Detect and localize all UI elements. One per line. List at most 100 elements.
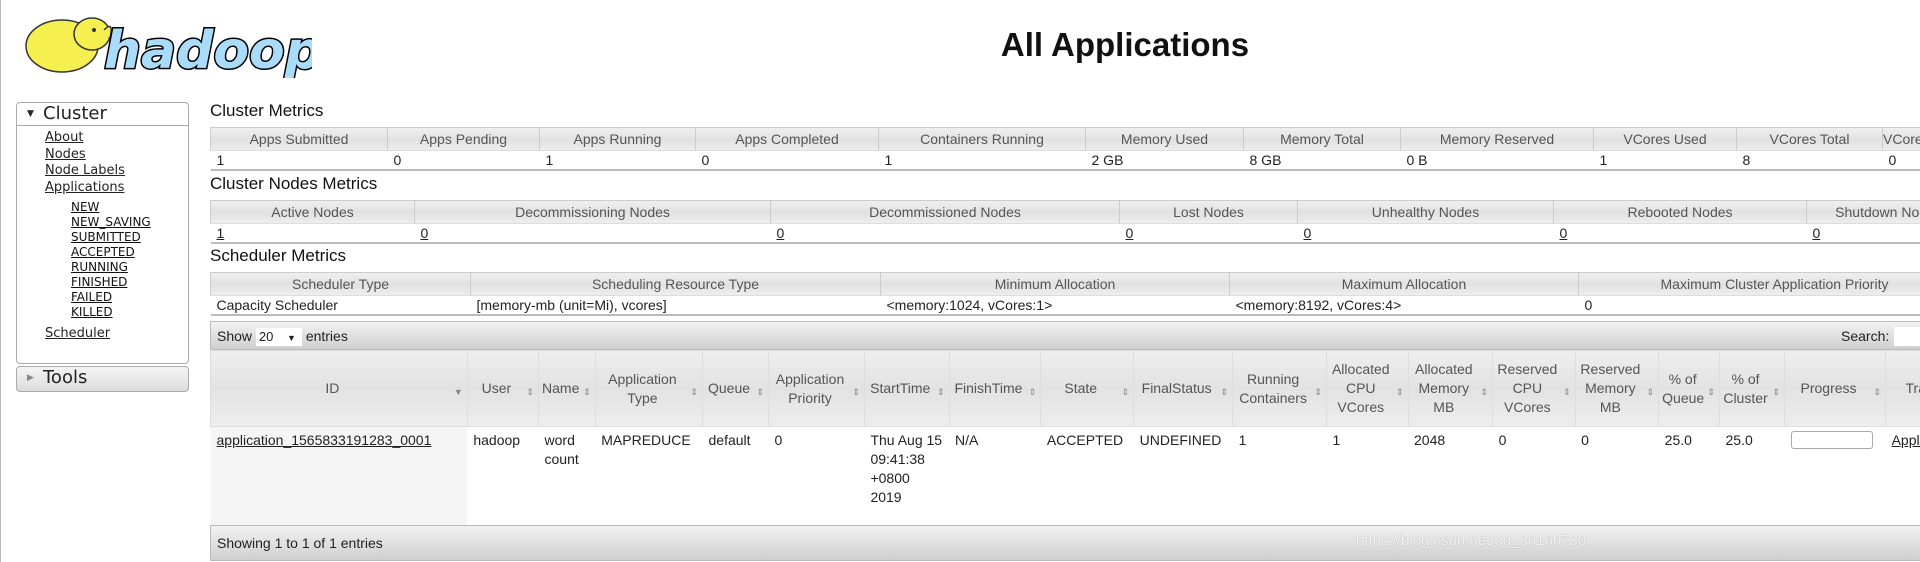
metric-value: <memory:1024, vCores:1>: [886, 296, 1053, 313]
cell-priority: 0: [774, 432, 783, 448]
cell-name: word count: [544, 432, 579, 467]
cell-finish: N/A: [955, 432, 979, 448]
table-row: application_1565833191283_0001 hadoop word…: [210, 426, 1920, 525]
nav-state-new[interactable]: NEW: [71, 200, 188, 215]
column-header-tracking-ui[interactable]: Tracking UI: [1885, 350, 1920, 427]
page-border: [0, 0, 4, 562]
nav-tools-toggle[interactable]: ▶ Tools: [16, 366, 189, 392]
nav-about[interactable]: About: [45, 130, 188, 147]
nav-state-finished[interactable]: FINISHED: [71, 275, 188, 290]
nav-state-accepted[interactable]: ACCEPTED: [71, 245, 188, 260]
column-header: Maximum Allocation: [1229, 272, 1579, 296]
column-header-queue[interactable]: Queue ⇕: [702, 350, 770, 427]
cell-final: UNDEFINED: [1139, 432, 1222, 448]
nav-nodes[interactable]: Nodes: [45, 147, 188, 164]
metric-link[interactable]: 1: [217, 225, 225, 241]
column-label: FinishTime: [954, 380, 1023, 396]
column-header-id[interactable]: ID ▼: [210, 350, 468, 427]
column-header-user[interactable]: User ⇕: [466, 350, 540, 427]
caret-down-icon: ▼: [27, 109, 34, 119]
nav-applications[interactable]: Applications: [45, 180, 188, 197]
metric-link[interactable]: 0: [1560, 225, 1568, 241]
column-label: FinalStatus: [1141, 380, 1212, 396]
column-header--of-cluster[interactable]: % of Cluster ⇕: [1719, 350, 1785, 427]
column-header-allocated-memory-mb[interactable]: Allocated Memory MB ⇕: [1407, 350, 1494, 427]
entries-per-page-select[interactable]: 20 ▼: [255, 328, 302, 347]
column-header-reserved-memory-mb[interactable]: Reserved Memory MB ⇕: [1574, 350, 1660, 427]
column-header-starttime[interactable]: StartTime ⇕: [863, 350, 950, 427]
caret-right-icon: ▶: [27, 373, 34, 383]
column-header-name[interactable]: Name ⇕: [538, 350, 596, 427]
column-header: Decommissioned Nodes: [770, 200, 1120, 224]
column-label: Application Type: [608, 370, 677, 406]
column-header: Scheduling Resource Type: [470, 272, 881, 296]
progress-bar: [1790, 431, 1873, 449]
nav-state-running[interactable]: RUNNING: [71, 260, 188, 275]
metric-value: 1: [884, 151, 893, 168]
column-header: Rebooted Nodes: [1553, 200, 1807, 224]
metric-link[interactable]: 0: [1304, 225, 1312, 241]
metric-value: [memory-mb (unit=Mi), vcores]: [476, 296, 667, 313]
metric-link[interactable]: 0: [1126, 225, 1134, 241]
nodes-metrics-title: Cluster Nodes Metrics: [210, 174, 378, 193]
sort-icon: ⇕: [1873, 387, 1882, 397]
column-label: Application Priority: [775, 370, 845, 406]
application-id-link[interactable]: application_1565833191283_0001: [217, 432, 432, 448]
column-header: Decommissioning Nodes: [414, 200, 771, 224]
column-header-allocated-cpu-vcores[interactable]: Allocated CPU VCores ⇕: [1326, 350, 1409, 427]
sort-icon: ⇕: [583, 387, 591, 397]
nav-cluster-label: Cluster: [43, 103, 107, 124]
column-header-application-type[interactable]: Application Type ⇕: [594, 350, 704, 427]
sort-icon: ⇕: [1646, 387, 1655, 397]
sort-icon: ⇕: [756, 387, 765, 397]
column-header-application-priority[interactable]: Application Priority ⇕: [768, 350, 865, 427]
nav-cluster-toggle[interactable]: ▼ Cluster: [17, 103, 188, 126]
column-header: Memory Used: [1085, 127, 1244, 151]
cell-alloc_mem: 2048: [1414, 432, 1446, 448]
metric-link[interactable]: 0: [421, 225, 429, 241]
cell-id: application_1565833191283_0001: [210, 426, 468, 525]
sort-icon: ⇕: [1314, 387, 1323, 397]
sort-icon: ⇕: [1028, 387, 1037, 397]
column-label: State: [1064, 380, 1098, 396]
nav-state-submitted[interactable]: SUBMITTED: [71, 230, 188, 245]
cell-progress: [1785, 427, 1886, 525]
column-header: Memory Reserved: [1400, 127, 1594, 151]
column-header: VCores Reserved: [1882, 127, 1920, 151]
column-header-progress[interactable]: Progress ⇕: [1783, 350, 1887, 427]
column-header: Apps Pending: [387, 127, 540, 151]
metric-link[interactable]: 0: [777, 225, 785, 241]
cell-state: ACCEPTED: [1046, 432, 1124, 448]
column-label: Reserved Memory MB: [1580, 361, 1641, 415]
column-label: StartTime: [870, 380, 931, 396]
column-header--of-queue[interactable]: % of Queue ⇕: [1658, 350, 1721, 427]
nav-state-new-saving[interactable]: NEW_SAVING: [71, 215, 188, 230]
column-label: Queue: [708, 380, 751, 396]
nav-state-failed[interactable]: FAILED: [71, 290, 188, 305]
metric-value: 1: [216, 151, 225, 168]
nodes-metrics-table: Active Nodes Decommissioning Nodes Decommi…: [210, 200, 1920, 244]
column-header-finalstatus[interactable]: FinalStatus ⇕: [1133, 350, 1234, 427]
applications-table: ID ▼ User ⇕ Name ⇕ Application Type ⇕ Queue ⇕ Appl…: [210, 350, 1920, 525]
metric-value: 0: [415, 224, 771, 243]
nav-tools-label: Tools: [43, 367, 88, 388]
sort-icon: ⇕: [1772, 387, 1780, 397]
tracking-ui-link[interactable]: ApplicationMaster: [1892, 432, 1920, 448]
entries-info: Showing 1 to 1 of 1 entries: [217, 534, 383, 551]
column-header-running-containers[interactable]: Running Containers ⇕: [1232, 350, 1328, 427]
column-header-reserved-cpu-vcores[interactable]: Reserved CPU VCores ⇕: [1492, 350, 1576, 427]
entries-label: entries: [305, 328, 348, 344]
column-header-finishtime[interactable]: FinishTime ⇕: [948, 350, 1042, 427]
column-label: Reserved CPU VCores: [1497, 361, 1558, 415]
column-header: VCores Total: [1736, 127, 1883, 151]
nav-state-killed[interactable]: KILLED: [71, 305, 188, 320]
nav-node-labels[interactable]: Node Labels: [45, 163, 188, 180]
column-label: Progress: [1800, 380, 1857, 396]
column-header: Apps Completed: [695, 127, 879, 151]
hadoop-logo: hadoop: [25, 17, 312, 78]
metric-link[interactable]: 0: [1813, 225, 1821, 241]
search-input[interactable]: [1894, 327, 1920, 346]
column-header-state[interactable]: State ⇕: [1040, 350, 1135, 427]
column-header: Apps Submitted: [210, 127, 388, 151]
nav-scheduler[interactable]: Scheduler: [45, 326, 188, 343]
